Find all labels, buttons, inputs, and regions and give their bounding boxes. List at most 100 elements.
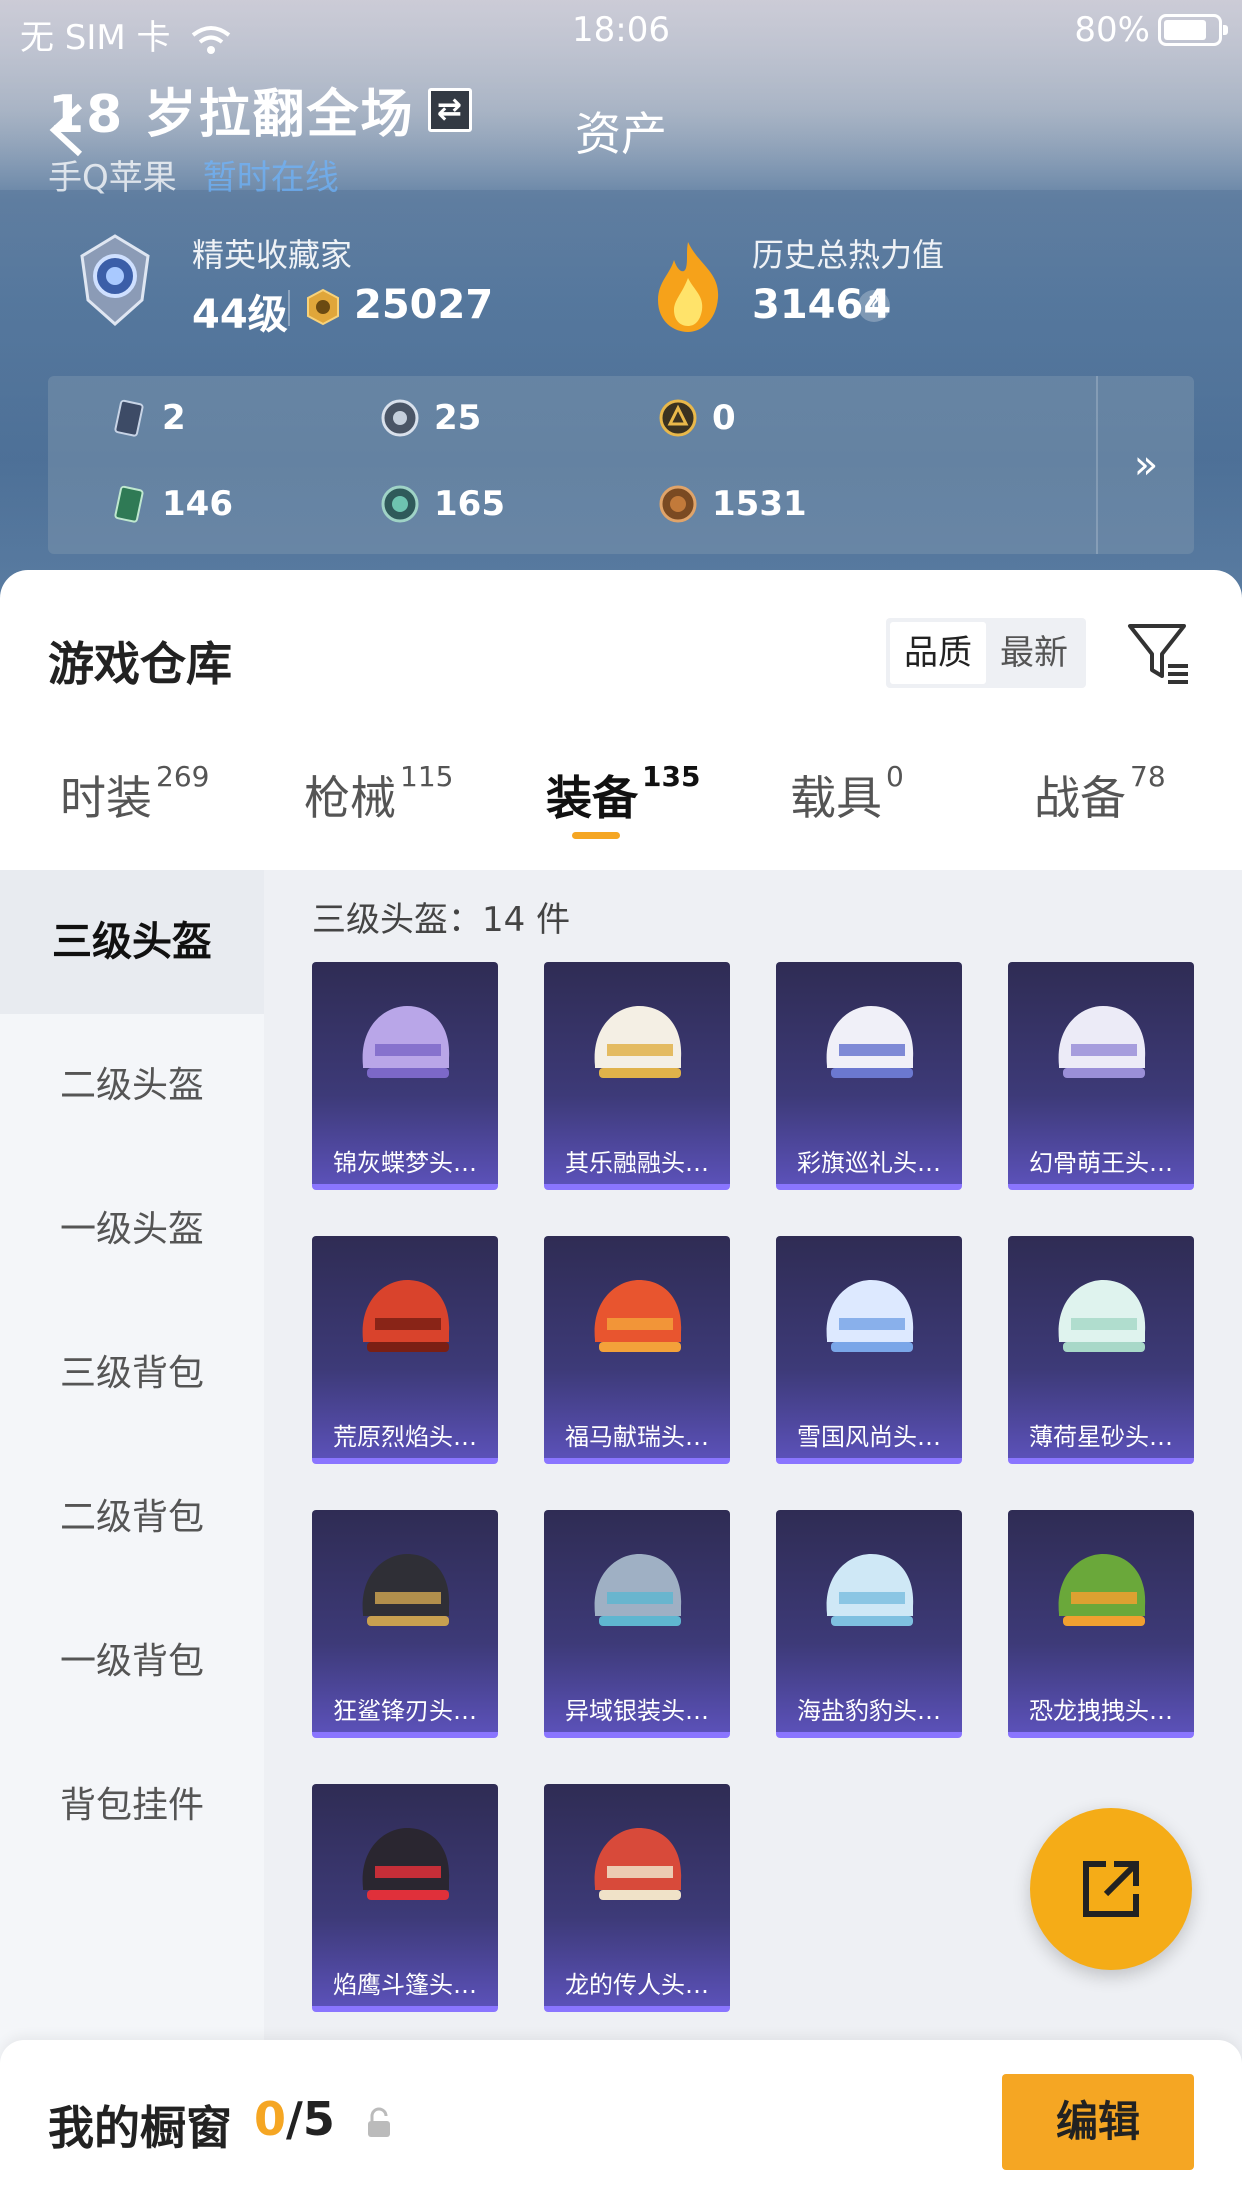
showcase-total: /5 — [286, 2092, 335, 2146]
item-card[interactable]: 荒原烈焰头… — [312, 1236, 498, 1464]
sort-newest[interactable]: 最新 — [986, 622, 1082, 684]
helmet-icon — [362, 1006, 450, 1078]
item-card[interactable]: 幻骨萌王头… — [1008, 962, 1194, 1190]
item-name: 海盐豹豹头… — [797, 1697, 941, 1725]
item-name: 福马献瑞头… — [565, 1423, 709, 1451]
item-name: 龙的传人头… — [565, 1971, 709, 1999]
tab-label: 装备 — [546, 771, 638, 825]
tab-equipment[interactable]: 装备 135 — [546, 760, 701, 839]
item-card[interactable]: 异域银装头… — [544, 1510, 730, 1738]
item-card[interactable]: 恐龙拽拽头… — [1008, 1510, 1194, 1738]
tab-label: 战备 — [1034, 771, 1126, 825]
item-card[interactable]: 彩旗巡礼头… — [776, 962, 962, 1190]
helmet-icon — [594, 1006, 682, 1078]
online-status: 暂时在线 — [202, 158, 339, 198]
stat-value: 25 — [434, 398, 482, 438]
tab-count: 78 — [1130, 760, 1166, 793]
showcase-current: 0 — [254, 2092, 287, 2146]
sidebar-item-level3-backpack[interactable]: 三级背包 — [0, 1302, 264, 1446]
edit-button[interactable]: 编辑 — [1002, 2074, 1194, 2170]
warehouse-title: 游戏仓库 — [48, 637, 232, 691]
section-label: 三级头盔：14 件 — [312, 900, 571, 940]
showcase-label: 我的橱窗 — [48, 2101, 232, 2155]
category-sidebar: 三级头盔 二级头盔 一级头盔 三级背包 二级背包 一级背包 背包挂件 — [0, 870, 264, 2208]
battery-status: 80% — [1074, 10, 1228, 50]
helmet-icon — [594, 1828, 682, 1900]
helmet-icon — [826, 1280, 914, 1352]
item-name: 焰鹰斗篷头… — [333, 1971, 477, 1999]
coin-value: 25027 — [354, 282, 494, 328]
item-name: 锦灰蝶梦头… — [333, 1149, 477, 1177]
warehouse-panel: 游戏仓库 品质 最新 时装 269 枪械 115 装备 135 载具 0 战备 78 三级… — [0, 570, 1242, 2208]
tab-label: 枪械 — [304, 771, 396, 825]
stat-value: 165 — [434, 484, 505, 524]
stat-value: 1531 — [712, 484, 807, 524]
item-name: 荒原烈焰头… — [333, 1423, 477, 1451]
item-name: 彩旗巡礼头… — [797, 1149, 941, 1177]
bronze-coin-icon — [659, 485, 697, 523]
item-name: 其乐融融头… — [565, 1149, 709, 1177]
item-card[interactable]: 雪国风尚头… — [776, 1236, 962, 1464]
sidebar-item-level3-helmet[interactable]: 三级头盔 — [0, 870, 264, 1014]
external-link-icon — [1083, 1861, 1139, 1917]
item-card[interactable]: 其乐融融头… — [544, 962, 730, 1190]
helmet-icon — [362, 1554, 450, 1626]
rank-title: 精英收藏家 — [192, 236, 353, 274]
tab-count: 269 — [156, 760, 210, 793]
status-bar: 无 SIM 卡 18:06 80% — [0, 0, 1242, 62]
lock-icon — [368, 2107, 390, 2137]
stat-item: 0 — [658, 398, 736, 438]
sidebar-item-level1-backpack[interactable]: 一级背包 — [0, 1590, 264, 1734]
divider — [288, 290, 290, 326]
stat-item: 25 — [380, 398, 481, 438]
helmet-icon — [1058, 1006, 1146, 1078]
battery-icon — [1158, 14, 1228, 46]
share-button[interactable] — [1030, 1808, 1192, 1970]
item-name: 雪国风尚头… — [797, 1423, 941, 1451]
item-card[interactable]: 海盐豹豹头… — [776, 1510, 962, 1738]
helmet-icon — [594, 1280, 682, 1352]
helmet-icon — [362, 1828, 450, 1900]
battery-percent: 80% — [1074, 10, 1150, 50]
stat-item: 165 — [380, 484, 505, 524]
double-chevron-right-icon: » — [1133, 442, 1159, 488]
sidebar-item-level2-helmet[interactable]: 二级头盔 — [0, 1014, 264, 1158]
item-card[interactable]: 狂鲨锋刃头… — [312, 1510, 498, 1738]
clock: 18:06 — [572, 10, 670, 50]
card-icon — [114, 399, 144, 437]
tab-vehicles[interactable]: 载具 0 — [790, 760, 904, 828]
helmet-icon — [1058, 1280, 1146, 1352]
item-card[interactable]: 福马献瑞头… — [544, 1236, 730, 1464]
stats-panel: 2 25 0 146 165 1531 » — [48, 376, 1194, 554]
helmet-icon — [826, 1006, 914, 1078]
sidebar-item-backpack-charm[interactable]: 背包挂件 — [0, 1734, 264, 1878]
item-name: 幻骨萌王头… — [1029, 1149, 1173, 1177]
filter-icon[interactable] — [1126, 620, 1192, 686]
category-tabs: 时装 269 枪械 115 装备 135 载具 0 战备 78 — [0, 760, 1242, 870]
stat-item: 2 — [108, 398, 186, 438]
tab-fashion[interactable]: 时装 269 — [60, 760, 209, 828]
tab-label: 载具 — [790, 771, 882, 825]
tab-count: 135 — [642, 760, 701, 793]
stat-value: 146 — [162, 484, 233, 524]
showcase-count: 0/5 — [254, 2092, 335, 2146]
helmet-icon — [1058, 1554, 1146, 1626]
item-name: 异域银装头… — [565, 1697, 709, 1725]
helmet-icon — [826, 1554, 914, 1626]
hero-header: 无 SIM 卡 18:06 80% 18 岁拉翻全场 ⇄ 资产 手Q苹果 暂时在线… — [0, 0, 1242, 620]
stats-more-button[interactable]: » — [1096, 376, 1194, 554]
tab-supplies[interactable]: 战备 78 — [1034, 760, 1166, 828]
heat-label: 历史总热力值 — [752, 236, 945, 274]
sidebar-item-level2-backpack[interactable]: 二级背包 — [0, 1446, 264, 1590]
tab-weapons[interactable]: 枪械 115 — [304, 760, 453, 828]
rank-emblem-icon — [80, 234, 150, 327]
tab-count: 115 — [400, 760, 454, 793]
item-card[interactable]: 焰鹰斗篷头… — [312, 1784, 498, 2012]
item-card[interactable]: 薄荷星砂头… — [1008, 1236, 1194, 1464]
item-card[interactable]: 龙的传人头… — [544, 1784, 730, 2012]
orb-icon — [381, 485, 419, 523]
item-card[interactable]: 锦灰蝶梦头… — [312, 962, 498, 1190]
sort-quality[interactable]: 品质 — [890, 622, 986, 684]
help-icon[interactable]: ? — [858, 290, 890, 322]
sidebar-item-level1-helmet[interactable]: 一级头盔 — [0, 1158, 264, 1302]
